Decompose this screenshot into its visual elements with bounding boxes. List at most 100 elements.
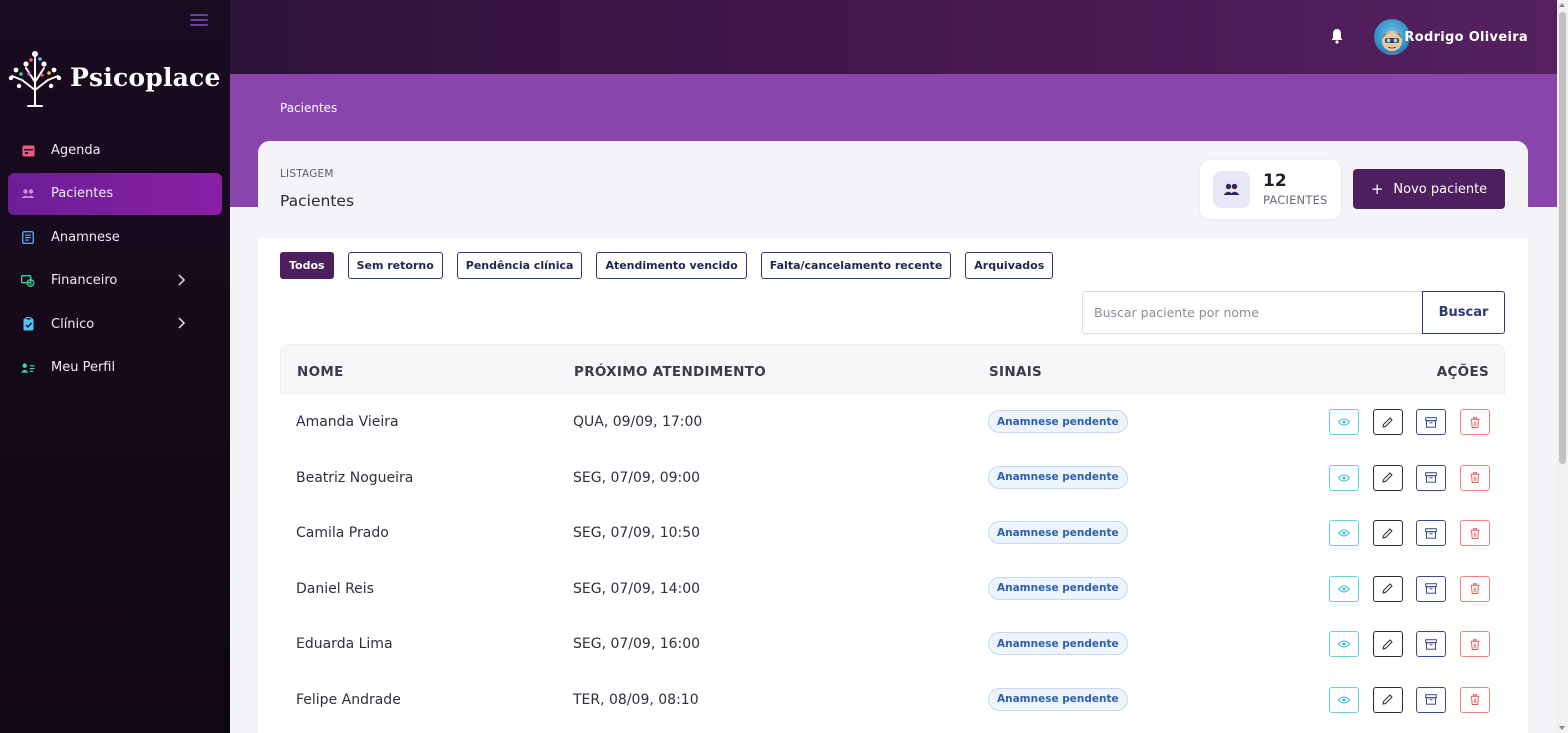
archive-icon	[1425, 527, 1438, 539]
view-button[interactable]	[1328, 464, 1359, 491]
chevron-right-icon	[178, 317, 186, 329]
patient-name[interactable]: Beatriz Nogueira	[296, 470, 413, 486]
search-input[interactable]: Buscar paciente por nome	[1082, 291, 1424, 334]
filter-todos[interactable]: Todos	[280, 252, 334, 279]
patient-name[interactable]: Camila Prado	[296, 525, 389, 541]
view-button[interactable]	[1328, 409, 1359, 435]
patient-name[interactable]: Felipe Andrade	[296, 692, 401, 708]
users-icon	[1213, 171, 1250, 208]
sidebar-item-label: Agenda	[51, 142, 101, 158]
edit-button[interactable]	[1372, 464, 1403, 491]
archive-button[interactable]	[1416, 520, 1447, 547]
patient-name[interactable]: Amanda Vieira	[296, 414, 399, 430]
archive-button[interactable]	[1416, 409, 1447, 435]
scroll-up-icon[interactable]	[1559, 3, 1565, 7]
scroll-thumb[interactable]	[1559, 12, 1566, 464]
user-name[interactable]: Rodrigo Oliveira	[1404, 30, 1528, 45]
delete-button[interactable]	[1460, 409, 1490, 435]
table-row[interactable]: Daniel Reis SEG, 07/09, 14:00 Anamnese p…	[280, 562, 1505, 618]
filter-falta-cancelamento[interactable]: Falta/cancelamento recente	[760, 252, 952, 279]
eye-icon	[1337, 585, 1350, 593]
card-header: LISTAGEM Pacientes 12 PACIENTES + Novo p…	[258, 141, 1528, 238]
sidebar-item-anamnese[interactable]: Anamnese	[8, 216, 222, 258]
sidebar-item-meu-perfil[interactable]: Meu Perfil	[8, 347, 222, 389]
trash-icon	[1470, 472, 1480, 484]
sidebar-item-financeiro[interactable]: $ Financeiro	[8, 260, 222, 302]
edit-button[interactable]	[1372, 520, 1403, 547]
eye-icon	[1337, 474, 1350, 482]
table-header: NOME PRÓXIMO ATENDIMENTO SINAIS AÇÕES	[280, 344, 1505, 395]
eye-icon	[1337, 696, 1350, 704]
svg-text:$: $	[29, 281, 32, 287]
table-row[interactable]: Camila Prado SEG, 07/09, 10:50 Anamnese …	[280, 506, 1505, 562]
new-patient-label: Novo paciente	[1393, 181, 1488, 197]
archive-button[interactable]	[1416, 686, 1447, 713]
next-appointment: TER, 08/09, 08:10	[573, 691, 699, 708]
pencil-icon	[1382, 527, 1393, 539]
patients-table: NOME PRÓXIMO ATENDIMENTO SINAIS AÇÕES Am…	[280, 344, 1505, 729]
view-button[interactable]	[1328, 575, 1359, 602]
sidebar-item-clinico[interactable]: Clínico	[8, 303, 222, 345]
patient-name[interactable]: Eduarda Lima	[296, 636, 393, 652]
breadcrumb[interactable]: Pacientes	[280, 101, 337, 115]
brand-logo[interactable]: Psicoplace	[6, 46, 221, 108]
table-row[interactable]: Amanda Vieira QUA, 09/09, 17:00 Anamnese…	[280, 395, 1505, 451]
filter-atendimento-vencido[interactable]: Atendimento vencido	[596, 252, 747, 279]
table-row[interactable]: Beatriz Nogueira SEG, 07/09, 09:00 Anamn…	[280, 451, 1505, 507]
table-row[interactable]: Felipe Andrade TER, 08/09, 08:10 Anamnes…	[280, 673, 1505, 729]
patient-name[interactable]: Daniel Reis	[296, 581, 374, 597]
archive-button[interactable]	[1416, 631, 1447, 658]
profile-icon	[21, 361, 35, 375]
document-icon	[21, 230, 35, 244]
view-button[interactable]	[1328, 686, 1359, 713]
sidebar-item-pacientes[interactable]: Pacientes	[8, 172, 222, 215]
column-header-actions: AÇÕES	[1436, 364, 1489, 380]
row-actions	[1315, 520, 1490, 547]
edit-button[interactable]	[1372, 409, 1403, 435]
edit-button[interactable]	[1372, 686, 1403, 713]
sidebar-item-label: Anamnese	[51, 229, 120, 245]
top-header: Rodrigo Oliveira	[230, 0, 1557, 74]
trash-icon	[1470, 638, 1480, 650]
sidebar-nav: Agenda Pacientes Anamnese $ Financeiro C…	[8, 129, 222, 390]
new-patient-button[interactable]: + Novo paciente	[1353, 169, 1505, 209]
pencil-icon	[1382, 583, 1393, 594]
filter-sem-retorno[interactable]: Sem retorno	[347, 252, 443, 279]
users-icon	[21, 187, 35, 201]
status-badge: Anamnese pendente	[988, 465, 1128, 489]
column-header-next[interactable]: PRÓXIMO ATENDIMENTO	[574, 364, 766, 380]
column-header-signals: SINAIS	[989, 364, 1043, 380]
filter-pendencia-clinica[interactable]: Pendência clínica	[456, 252, 583, 279]
next-appointment: SEG, 07/09, 10:50	[573, 525, 701, 542]
pencil-icon	[1382, 694, 1393, 706]
search-placeholder: Buscar paciente por nome	[1094, 305, 1259, 320]
plus-icon: +	[1370, 180, 1384, 198]
delete-button[interactable]	[1460, 575, 1490, 602]
edit-button[interactable]	[1372, 575, 1403, 602]
search-button[interactable]: Buscar	[1422, 291, 1505, 334]
archive-button[interactable]	[1416, 575, 1447, 602]
trash-icon	[1470, 416, 1480, 428]
page-scrollbar[interactable]	[1557, 0, 1568, 733]
brand-name: Psicoplace	[70, 62, 221, 92]
delete-button[interactable]	[1460, 686, 1490, 713]
scroll-down-icon[interactable]	[1559, 726, 1565, 730]
sidebar-item-agenda[interactable]: Agenda	[8, 129, 222, 171]
eye-icon	[1337, 529, 1350, 537]
view-button[interactable]	[1328, 520, 1359, 547]
delete-button[interactable]	[1460, 520, 1490, 547]
delete-button[interactable]	[1460, 631, 1490, 658]
status-badge: Anamnese pendente	[988, 687, 1128, 711]
filter-arquivados[interactable]: Arquivados	[965, 252, 1054, 279]
row-actions	[1315, 575, 1490, 602]
edit-button[interactable]	[1372, 631, 1403, 658]
table-row[interactable]: Eduarda Lima SEG, 07/09, 16:00 Anamnese …	[280, 617, 1505, 673]
archive-button[interactable]	[1416, 464, 1447, 491]
pencil-icon	[1382, 639, 1393, 650]
bell-icon[interactable]	[1330, 28, 1344, 44]
view-button[interactable]	[1328, 631, 1359, 658]
patient-count: 12	[1263, 171, 1287, 191]
menu-toggle-icon[interactable]	[190, 14, 208, 28]
delete-button[interactable]	[1460, 464, 1490, 491]
column-header-name[interactable]: NOME	[297, 364, 344, 380]
